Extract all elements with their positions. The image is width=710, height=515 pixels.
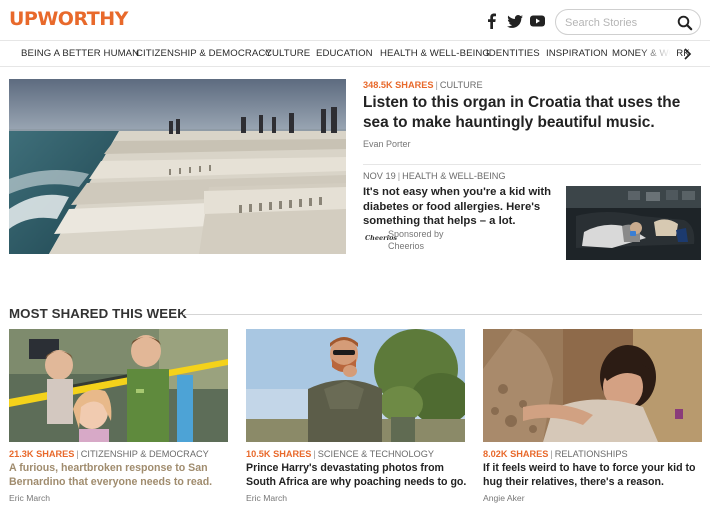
hero-title[interactable]: Listen to this organ in Croatia that use… — [363, 93, 703, 133]
card-image[interactable] — [246, 329, 465, 442]
chevron-right-icon[interactable] — [681, 47, 693, 61]
nav-item-culture[interactable]: CULTURE — [265, 48, 310, 59]
category-link[interactable]: SCIENCE & TECHNOLOGY — [318, 449, 434, 459]
upworthy-logo[interactable]: UPWORTHY — [9, 8, 128, 30]
sponsor-label: Sponsored by Cheerios — [388, 229, 444, 252]
share-count: 10.5K SHARES — [246, 449, 312, 459]
hero-image[interactable] — [9, 79, 346, 254]
search-icon[interactable] — [677, 15, 693, 31]
story-date: NOV 19 — [363, 171, 396, 181]
share-count: 21.3K SHARES — [9, 449, 75, 459]
card-title[interactable]: Prince Harry's devastating photos from S… — [246, 462, 468, 489]
share-count: 8.02K SHARES — [483, 449, 549, 459]
card-author[interactable]: Angie Aker — [483, 493, 525, 503]
category-link[interactable]: CITIZENSHIP & DEMOCRACY — [81, 449, 209, 459]
nav-fade — [640, 42, 676, 66]
card-image[interactable] — [9, 329, 228, 442]
category-link[interactable]: RELATIONSHIPS — [555, 449, 628, 459]
share-count: 348.5K SHARES — [363, 80, 434, 90]
section-heading: MOST SHARED THIS WEEK — [9, 306, 187, 321]
search-input[interactable] — [565, 14, 675, 31]
hero-author[interactable]: Evan Porter — [363, 139, 411, 149]
twitter-icon[interactable] — [506, 12, 524, 30]
sponsored-by-text: Sponsored by — [388, 229, 444, 239]
nav-item-being-a-better-human[interactable]: BEING A BETTER HUMAN — [21, 48, 139, 59]
card-meta: 8.02K SHARES | RELATIONSHIPS — [483, 449, 628, 459]
card-title[interactable]: If it feels weird to have to force your … — [483, 462, 705, 489]
nav-item-citizenship-democracy[interactable]: CITIZENSHIP & DEMOCRACY — [136, 48, 272, 59]
hero-meta: 348.5K SHARES | CULTURE — [363, 80, 483, 90]
youtube-icon[interactable] — [529, 12, 545, 30]
section-rule — [183, 314, 702, 315]
divider — [363, 164, 701, 165]
category-link[interactable]: CULTURE — [440, 80, 483, 90]
card-meta: 10.5K SHARES | SCIENCE & TECHNOLOGY — [246, 449, 434, 459]
nav-item-inspiration[interactable]: INSPIRATION — [546, 48, 608, 59]
card-author[interactable]: Eric March — [246, 493, 287, 503]
category-nav: BEING A BETTER HUMAN CITIZENSHIP & DEMOC… — [0, 40, 710, 67]
nav-item-identities[interactable]: IDENTITIES — [486, 48, 540, 59]
site-header: UPWORTHY — [0, 0, 710, 40]
search-box[interactable] — [555, 9, 701, 35]
secondary-title[interactable]: It's not easy when you're a kid with dia… — [363, 185, 563, 229]
nav-item-education[interactable]: EDUCATION — [316, 48, 373, 59]
secondary-meta: NOV 19 | HEALTH & WELL-BEING — [363, 171, 506, 181]
sponsor-name[interactable]: Cheerios — [388, 241, 444, 253]
secondary-thumbnail[interactable] — [566, 186, 701, 260]
facebook-icon[interactable] — [484, 12, 498, 30]
category-link[interactable]: HEALTH & WELL-BEING — [402, 171, 505, 181]
nav-item-health-well-being[interactable]: HEALTH & WELL-BEING — [380, 48, 490, 59]
card-image[interactable] — [483, 329, 702, 442]
card-title[interactable]: A furious, heartbroken response to San B… — [9, 462, 231, 489]
card-meta: 21.3K SHARES | CITIZENSHIP & DEMOCRACY — [9, 449, 209, 459]
card-author[interactable]: Eric March — [9, 493, 50, 503]
